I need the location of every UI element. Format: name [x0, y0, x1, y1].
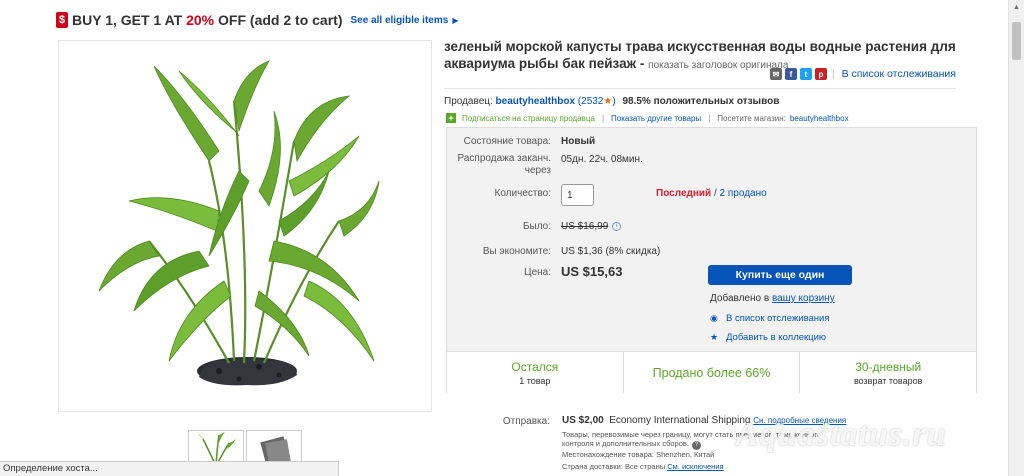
- item-location-value: Shenzhen, Китай: [656, 450, 715, 459]
- watermark: Aquastatus.ru: [736, 416, 947, 453]
- star-icon: ★: [603, 96, 613, 107]
- show-original-title-link[interactable]: показать заголовок оригинала: [648, 60, 788, 71]
- price-value: US $15,63: [561, 264, 623, 279]
- separator: |: [708, 113, 711, 123]
- stat-returns-title: 30-дневный: [855, 359, 922, 374]
- main-product-image[interactable]: [58, 40, 432, 412]
- product-page: $ BUY 1, GET 1 AT 20% OFF (add 2 to cart…: [0, 0, 1024, 476]
- stat-sold: Продано более 66%: [624, 352, 801, 393]
- promo-text-pre: BUY 1, GET 1 AT: [72, 12, 187, 28]
- was-price-label: Было:: [522, 221, 551, 232]
- visit-store-label: Посетите магазин:: [717, 113, 786, 123]
- item-stats: Остался 1 товар Продано более 66% 30-дне…: [447, 351, 976, 393]
- quantity-label: Количество:: [494, 188, 551, 199]
- email-icon[interactable]: ✉: [770, 68, 782, 80]
- stat-sold-title: Продано более 66%: [652, 365, 771, 380]
- condition-value: Новый: [561, 136, 596, 147]
- info-icon[interactable]: i: [612, 221, 622, 231]
- twitter-icon[interactable]: t: [800, 68, 812, 80]
- arrow-right-icon: ▶: [452, 15, 459, 25]
- promo-percent: 20%: [186, 12, 215, 28]
- plus-icon: +: [446, 113, 456, 123]
- scroll-up-icon[interactable]: ▲: [1013, 4, 1020, 11]
- availability: Последний / 2 продано: [656, 188, 767, 199]
- condition-label: Состояние товара:: [463, 136, 551, 147]
- seller-positive-feedback: 98.5% положительных отзывов: [622, 96, 780, 107]
- title-divider: [444, 88, 956, 89]
- vertical-scrollbar[interactable]: ▲: [1008, 0, 1024, 476]
- separator: |: [601, 113, 605, 123]
- seller-info: Продавец: beautyhealthbox (2532★) 98.5% …: [444, 96, 779, 107]
- seller-name-link[interactable]: beautyhealthbox: [496, 96, 575, 107]
- stat-returns: 30-дневный возврат товаров: [800, 352, 976, 393]
- shipping-method: Economy International Shipping: [609, 415, 751, 426]
- share-separator: |: [832, 68, 835, 80]
- was-price-value: US $16,99: [561, 221, 609, 232]
- stat-returns-sub: возврат товаров: [853, 375, 923, 386]
- ships-to-value: Все страны: [625, 462, 666, 471]
- last-item-label: Последний: [656, 188, 712, 199]
- seller-label: Продавец:: [444, 96, 496, 107]
- watchlist-action-label: В список отслеживания: [726, 313, 830, 324]
- quantity-input[interactable]: [561, 184, 594, 206]
- eye-icon: ◉: [710, 313, 718, 323]
- buy-another-button[interactable]: Купить еще один: [708, 265, 852, 285]
- star-icon: ★: [710, 332, 719, 342]
- shipping-price: US $2,00: [562, 415, 604, 426]
- seller-feedback-score[interactable]: (2532: [578, 96, 604, 107]
- added-to-cart-text: Добавлено в: [710, 293, 772, 304]
- promo-banner: $ BUY 1, GET 1 AT 20% OFF (add 2 to cart…: [56, 9, 458, 31]
- see-other-items-link[interactable]: Показать другие товары: [611, 114, 701, 123]
- see-eligible-items-link[interactable]: See all eligible items: [350, 15, 448, 26]
- item-location-label: Местонахождение товара:: [562, 450, 655, 459]
- plant-image: [98, 60, 380, 386]
- exclusions-link[interactable]: См. исключения: [667, 462, 723, 471]
- pinterest-icon[interactable]: p: [815, 68, 827, 80]
- promo-text: BUY 1, GET 1 AT 20% OFF (add 2 to cart): [72, 12, 342, 28]
- price-label: Цена:: [524, 267, 551, 278]
- ends-label: Распродажа заканч. через: [457, 153, 551, 176]
- added-to-cart: Добавлено в вашу корзину: [710, 293, 835, 304]
- ends-value: 05дн. 22ч. 08мин.: [561, 154, 643, 165]
- dollar-tag-icon: $: [56, 12, 68, 28]
- ships-to: Страна доставки: Все страны См. исключен…: [562, 462, 724, 471]
- your-cart-link[interactable]: вашу корзину: [772, 293, 835, 304]
- add-to-watchlist-link[interactable]: В список отслеживания: [842, 68, 956, 80]
- promo-text-post: OFF (add 2 to cart): [214, 12, 343, 28]
- add-to-collection-action[interactable]: ★ Добавить в коллекцию: [710, 332, 826, 343]
- sold-count-link[interactable]: / 2 продано: [711, 188, 767, 199]
- scroll-thumb[interactable]: [1012, 22, 1021, 60]
- follow-seller-link[interactable]: Подписаться на страницу продавца: [462, 114, 595, 123]
- add-to-collection-label: Добавить в коллекцию: [726, 332, 827, 343]
- stat-remaining-sub: 1 товар: [519, 375, 551, 386]
- shipping-label: Отправка:: [502, 416, 550, 427]
- savings-label: Вы экономите:: [482, 246, 551, 257]
- was-price: US $16,99 i: [561, 221, 622, 232]
- ships-to-label: Страна доставки:: [562, 462, 623, 471]
- stat-remaining: Остался 1 товар: [447, 352, 624, 393]
- item-location: Местонахождение товара: Shenzhen, Китай: [562, 450, 714, 459]
- store-link[interactable]: beautyhealthbox: [790, 114, 849, 123]
- status-bar: Определение хоста...: [0, 461, 339, 476]
- stat-remaining-title: Остался: [511, 359, 559, 374]
- savings-value: US $1,36 (8% скидка): [561, 246, 661, 257]
- share-bar: ✉ f t p | В список отслеживания: [770, 68, 956, 80]
- watchlist-action[interactable]: ◉ В список отслеживания: [710, 313, 829, 324]
- seller-links: + Подписаться на страницу продавца | Пок…: [446, 113, 849, 123]
- purchase-box: Состояние товара: Новый Распродажа закан…: [446, 127, 977, 393]
- facebook-icon[interactable]: f: [785, 68, 797, 80]
- seller-score-close: ): [612, 96, 616, 107]
- help-icon[interactable]: ?: [691, 441, 701, 450]
